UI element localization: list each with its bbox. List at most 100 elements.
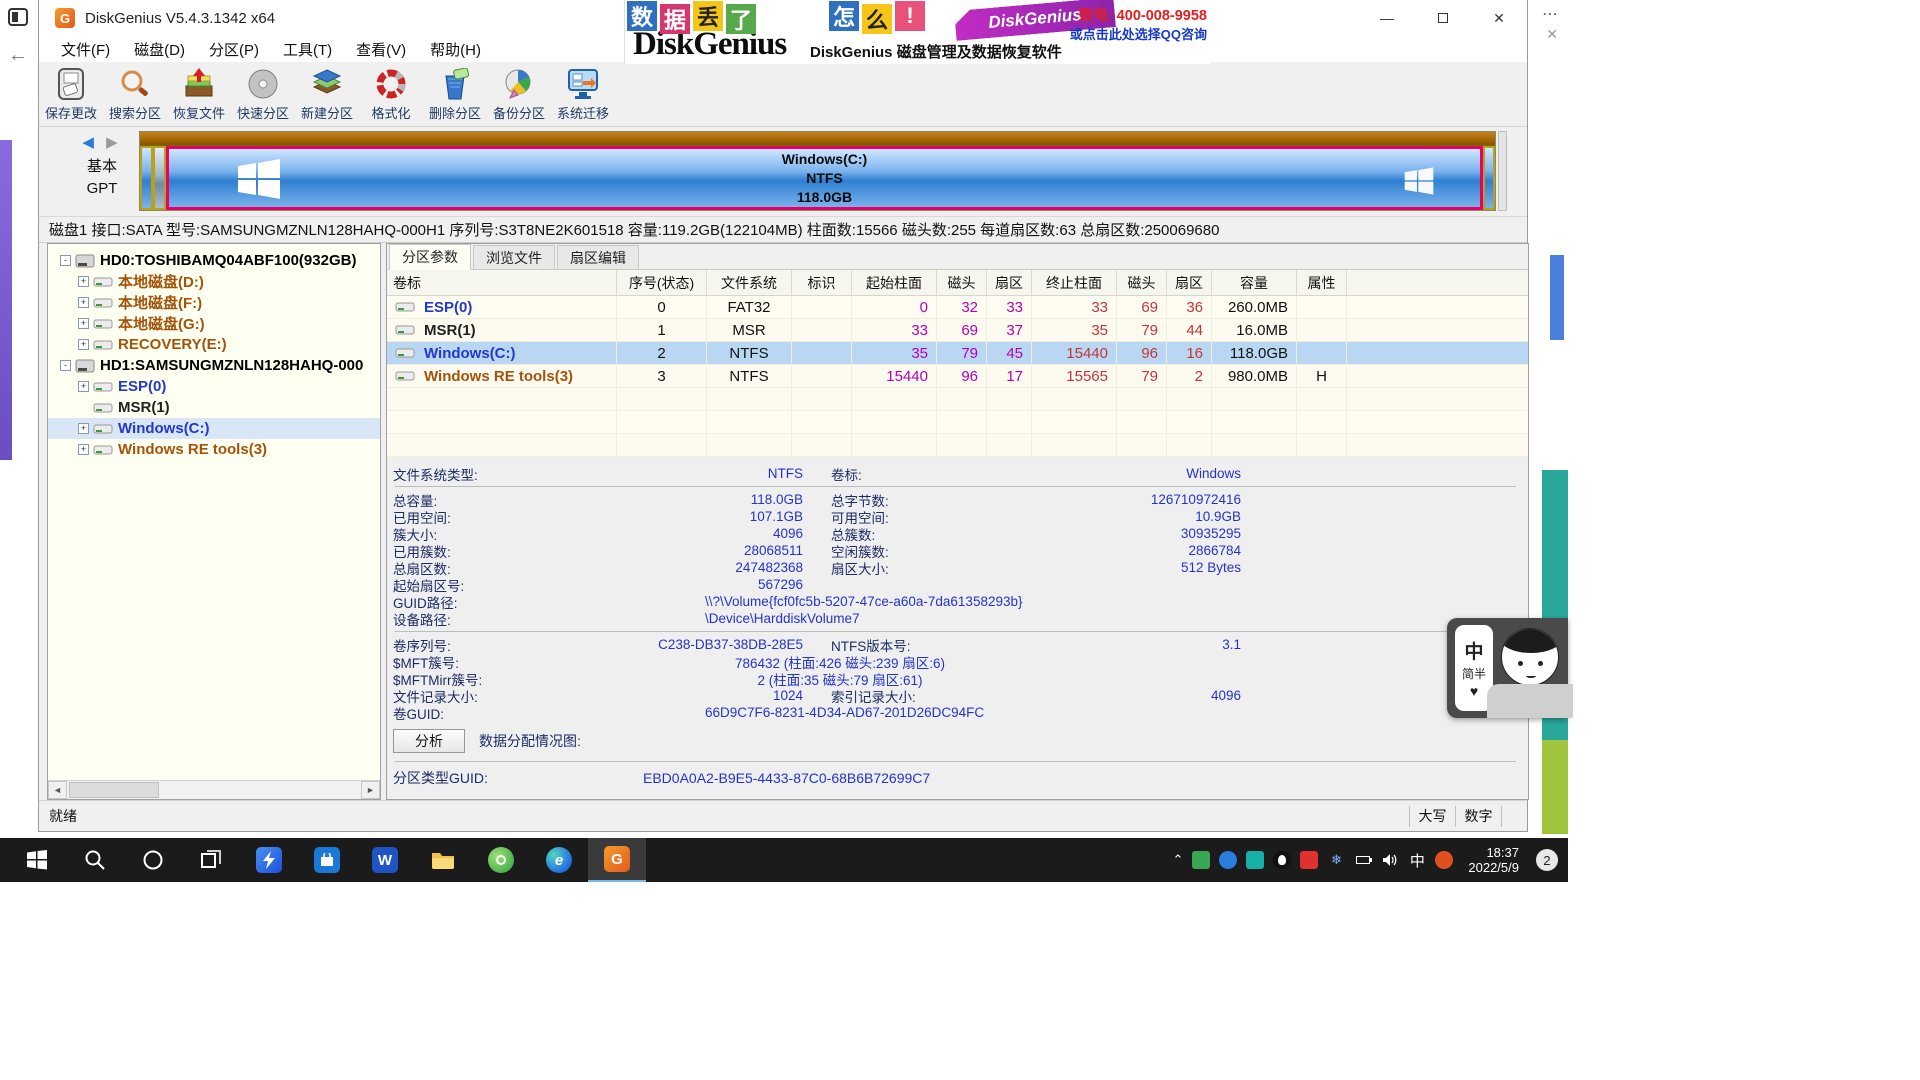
menu-item-6[interactable]: 帮助(H) <box>418 39 493 60</box>
app-word[interactable]: W <box>356 838 414 882</box>
column-header-12[interactable]: 属性 <box>1297 270 1347 295</box>
tray-qq-icon[interactable] <box>1273 851 1291 869</box>
desktop-wallpaper-lime <box>1542 740 1568 834</box>
app-edge[interactable]: e <box>530 838 588 882</box>
task-view-button[interactable] <box>182 838 240 882</box>
collapse-icon[interactable]: - <box>60 255 71 266</box>
cell-4 <box>792 319 852 341</box>
tree-item-recovery-e-[interactable]: +RECOVERY(E:) <box>48 334 380 355</box>
toolbar-label: 恢复文件 <box>173 103 225 122</box>
tab-2[interactable]: 浏览文件 <box>473 245 555 269</box>
column-header-4[interactable]: 标识 <box>792 270 852 295</box>
app-diskgenius[interactable]: G <box>588 838 646 882</box>
cortana-button[interactable] <box>124 838 182 882</box>
taskbar-search-button[interactable] <box>66 838 124 882</box>
table-row-windows-re-tools-3-[interactable]: Windows RE tools(3)3NTFS1544096171556579… <box>387 365 1528 388</box>
app-store[interactable] <box>298 838 356 882</box>
maximize-button[interactable] <box>1415 0 1471 36</box>
segment-windows-re[interactable] <box>1483 146 1495 210</box>
app-file-explorer[interactable] <box>414 838 472 882</box>
column-header-10[interactable]: 扇区 <box>1167 270 1212 295</box>
prev-disk-icon[interactable]: ◀ <box>82 134 98 151</box>
toolbar-migrate-button[interactable]: 系统迁移 <box>551 62 615 126</box>
menu-item-2[interactable]: 磁盘(D) <box>122 39 197 60</box>
tree-item-hd1-samsungmznln128hahq-000[interactable]: -HD1:SAMSUNGMZNLN128HAHQ-000 <box>48 355 380 376</box>
taskbar-clock[interactable]: 18:37 2022/5/9 <box>1468 845 1519 875</box>
close-button[interactable]: ✕ <box>1471 0 1527 36</box>
expand-icon[interactable]: + <box>78 297 89 308</box>
column-header-7[interactable]: 扇区 <box>987 270 1032 295</box>
tree-item-windows-re-tools-3-[interactable]: +Windows RE tools(3) <box>48 439 380 460</box>
tray-expand-icon[interactable]: ⌃ <box>1172 852 1183 868</box>
column-header-3[interactable]: 文件系统 <box>707 270 792 295</box>
tab-3[interactable]: 扇区编辑 <box>557 245 639 269</box>
tree-item-esp-0-[interactable]: +ESP(0) <box>48 376 380 397</box>
scroll-right-icon[interactable]: ► <box>361 781 380 799</box>
app-browser-green[interactable] <box>472 838 530 882</box>
menu-item-3[interactable]: 分区(P) <box>197 39 271 60</box>
table-row-msr-1-[interactable]: MSR(1)1MSR33693735794416.0MB <box>387 319 1528 342</box>
app-lightning[interactable] <box>240 838 298 882</box>
column-header-2[interactable]: 序号(状态) <box>617 270 707 295</box>
segment-esp[interactable] <box>140 146 153 210</box>
menu-item-1[interactable]: 文件(F) <box>49 39 122 60</box>
scroll-thumb[interactable] <box>69 782 159 798</box>
tray-icon-orange[interactable] <box>1435 851 1453 869</box>
segment-windows-c[interactable]: Windows(C:) NTFS 118.0GB <box>166 146 1483 210</box>
tray-icon-green[interactable] <box>1192 851 1210 869</box>
expand-icon[interactable]: + <box>78 381 89 392</box>
tray-icon-blue[interactable] <box>1219 851 1237 869</box>
selected-partition-fs: NTFS <box>782 169 867 188</box>
tab-1[interactable]: 分区参数 <box>389 244 471 270</box>
minimize-button[interactable]: — <box>1359 0 1415 36</box>
tray-snowflake-icon[interactable]: ❄ <box>1327 851 1345 869</box>
column-header-5[interactable]: 起始柱面 <box>852 270 937 295</box>
next-disk-icon[interactable]: ▶ <box>106 134 122 151</box>
menu-item-5[interactable]: 查看(V) <box>344 39 418 60</box>
tray-volume-icon[interactable] <box>1381 851 1399 869</box>
detail-label: 卷标: <box>831 464 951 484</box>
toolbar-quick-button[interactable]: 快速分区 <box>231 62 295 126</box>
disk-extent-strip[interactable] <box>140 132 1495 146</box>
table-row-windows-c-[interactable]: Windows(C:)2NTFS357945154409616118.0GB <box>387 342 1528 365</box>
expand-icon[interactable]: + <box>78 423 89 434</box>
tree-item--g-[interactable]: +本地磁盘(G:) <box>48 313 380 334</box>
tree-item-msr-1-[interactable]: MSR(1) <box>48 397 380 418</box>
analyze-button[interactable]: 分析 <box>393 729 465 753</box>
toolbar-delete-button[interactable]: 删除分区 <box>423 62 487 126</box>
tray-icon-red[interactable] <box>1300 851 1318 869</box>
column-header-1[interactable]: 卷标 <box>387 270 617 295</box>
notification-badge[interactable]: 2 <box>1536 849 1558 871</box>
expand-icon[interactable]: + <box>78 339 89 350</box>
start-button[interactable] <box>8 838 66 882</box>
toolbar-backup-button[interactable]: 备份分区 <box>487 62 551 126</box>
table-row-esp-0-[interactable]: ESP(0)0FAT3203233336936260.0MB <box>387 296 1528 319</box>
column-header-11[interactable]: 容量 <box>1212 270 1297 295</box>
menu-item-4[interactable]: 工具(T) <box>271 39 344 60</box>
expand-icon[interactable]: + <box>78 276 89 287</box>
expand-icon[interactable]: + <box>78 318 89 329</box>
promo-banner[interactable]: DiskGenius 数据丢了怎么! DiskGenius 致电: 400-00… <box>624 0 1211 64</box>
tray-battery-icon[interactable] <box>1354 851 1372 869</box>
tree-horizontal-scrollbar[interactable]: ◄ ► <box>48 780 380 799</box>
toolbar-save-button[interactable]: 保存更改 <box>39 62 103 126</box>
toolbar-search-button[interactable]: 搜索分区 <box>103 62 167 126</box>
tree-item-hd0-toshibamq04abf100-932gb-[interactable]: -HD0:TOSHIBAMQ04ABF100(932GB) <box>48 250 380 271</box>
tree-item-windows-c-[interactable]: +Windows(C:) <box>48 418 380 439</box>
tree-item--d-[interactable]: +本地磁盘(D:) <box>48 271 380 292</box>
column-header-6[interactable]: 磁头 <box>937 270 987 295</box>
tray-ime-mode[interactable]: 中 <box>1408 851 1426 869</box>
ime-floating-widget[interactable]: 中 简半 ♥ <box>1447 618 1568 718</box>
detail-value: 10.9GB <box>951 509 1241 524</box>
toolbar-format-button[interactable]: 格式化 <box>359 62 423 126</box>
segment-msr[interactable] <box>153 146 166 210</box>
toolbar-new-button[interactable]: 新建分区 <box>295 62 359 126</box>
collapse-icon[interactable]: - <box>60 360 71 371</box>
expand-icon[interactable]: + <box>78 444 89 455</box>
tray-icon-teal[interactable] <box>1246 851 1264 869</box>
column-header-9[interactable]: 磁头 <box>1117 270 1167 295</box>
toolbar-recover-button[interactable]: 恢复文件 <box>167 62 231 126</box>
scroll-left-icon[interactable]: ◄ <box>48 781 67 799</box>
column-header-8[interactable]: 终止柱面 <box>1032 270 1117 295</box>
tree-item--f-[interactable]: +本地磁盘(F:) <box>48 292 380 313</box>
